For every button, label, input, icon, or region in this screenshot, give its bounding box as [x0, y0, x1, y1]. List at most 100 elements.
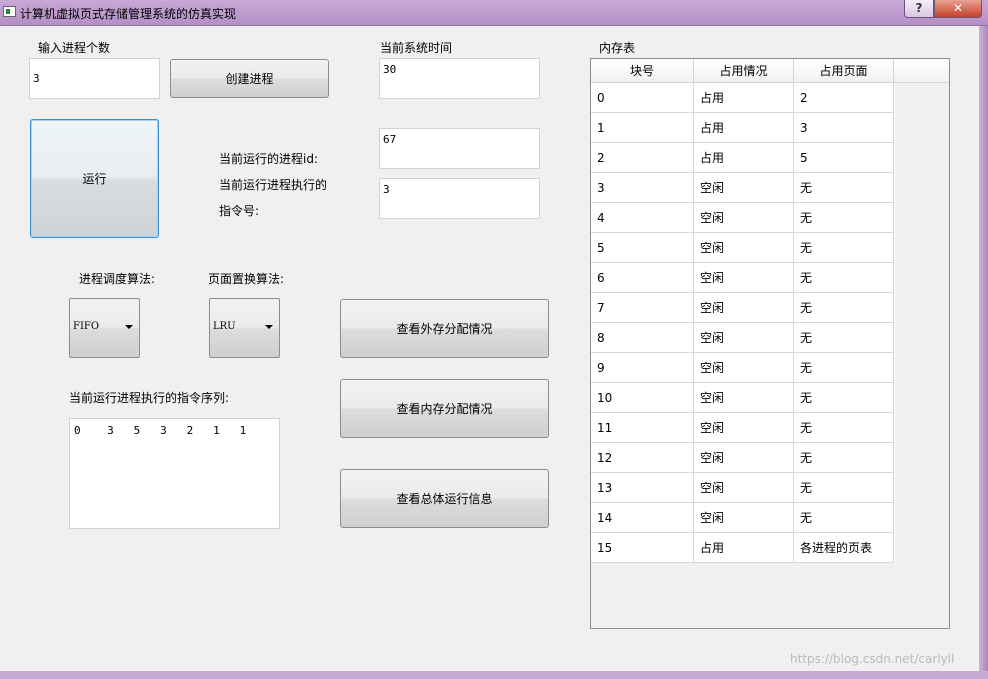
system-time-label: 当前系统时间	[380, 41, 453, 55]
cell-block-number[interactable]: 0	[591, 83, 694, 113]
table-row[interactable]: 10 空闲无	[591, 383, 895, 413]
memory-table-title: 内存表	[599, 41, 636, 55]
cell-page[interactable]: 无	[794, 353, 894, 383]
cell-page[interactable]: 无	[794, 503, 894, 533]
cell-status[interactable]: 空闲	[694, 503, 794, 533]
cell-status[interactable]: 占用	[694, 533, 794, 563]
instruction-sequence-label: 当前运行进程执行的指令序列:	[69, 391, 230, 405]
cell-block-number[interactable]: 13	[591, 473, 694, 503]
cell-status[interactable]: 空闲	[694, 473, 794, 503]
page-replacement-value: LRU	[213, 321, 236, 332]
cell-page[interactable]: 无	[794, 233, 894, 263]
cell-status[interactable]: 占用	[694, 143, 794, 173]
table-row[interactable]: 8 空闲无	[591, 323, 895, 353]
column-header-status[interactable]: 占用情况	[694, 59, 794, 83]
cell-page[interactable]: 3	[794, 113, 894, 143]
cell-page[interactable]: 5	[794, 143, 894, 173]
system-time-field[interactable]: 30	[379, 58, 540, 99]
cell-block-number[interactable]: 5	[591, 233, 694, 263]
process-count-input[interactable]: 3	[29, 58, 160, 99]
cell-page[interactable]: 2	[794, 83, 894, 113]
cell-status[interactable]: 空闲	[694, 353, 794, 383]
cell-status[interactable]: 空闲	[694, 383, 794, 413]
cell-status[interactable]: 空闲	[694, 293, 794, 323]
cell-page[interactable]: 无	[794, 203, 894, 233]
table-row[interactable]: 13 空闲无	[591, 473, 895, 503]
cell-page[interactable]: 无	[794, 263, 894, 293]
cell-status[interactable]: 占用	[694, 113, 794, 143]
chevron-down-icon	[265, 325, 273, 329]
view-overall-info-button[interactable]: 查看总体运行信息	[340, 469, 549, 528]
cell-page[interactable]: 无	[794, 413, 894, 443]
table-row[interactable]: 3 空闲无	[591, 173, 895, 203]
table-row[interactable]: 9 空闲无	[591, 353, 895, 383]
current-instruction-field[interactable]: 3	[379, 178, 540, 219]
view-external-storage-button[interactable]: 查看外存分配情况	[340, 299, 549, 358]
instruction-sequence-field[interactable]: 0 3 5 3 2 1 1	[69, 418, 280, 529]
current-instruction-label-line1: 当前运行进程执行的	[219, 178, 328, 192]
cell-block-number[interactable]: 6	[591, 263, 694, 293]
scheduling-algorithm-label: 进程调度算法:	[79, 272, 156, 286]
cell-block-number[interactable]: 10	[591, 383, 694, 413]
cell-status[interactable]: 空闲	[694, 173, 794, 203]
table-header: 块号 占用情况 占用页面	[591, 59, 949, 83]
table-row[interactable]: 0 占用 2	[591, 83, 895, 113]
table-row[interactable]: 12 空闲无	[591, 443, 895, 473]
current-process-id-label: 当前运行的进程id:	[219, 152, 318, 166]
cell-block-number[interactable]: 12	[591, 443, 694, 473]
cell-status[interactable]: 空闲	[694, 323, 794, 353]
table-row[interactable]: 11 空闲无	[591, 413, 895, 443]
process-count-label: 输入进程个数	[38, 41, 111, 55]
cell-page[interactable]: 无	[794, 443, 894, 473]
table-row[interactable]: 2 占用 5	[591, 143, 895, 173]
cell-block-number[interactable]: 2	[591, 143, 694, 173]
cell-block-number[interactable]: 4	[591, 203, 694, 233]
cell-block-number[interactable]: 9	[591, 353, 694, 383]
table-row[interactable]: 1 占用 3	[591, 113, 895, 143]
cell-block-number[interactable]: 1	[591, 113, 694, 143]
window-border-bottom	[0, 671, 988, 679]
cell-page[interactable]: 无	[794, 383, 894, 413]
cell-block-number[interactable]: 14	[591, 503, 694, 533]
current-instruction-label-line2: 指令号:	[219, 204, 260, 218]
table-row[interactable]: 14 空闲无	[591, 503, 895, 533]
title-bar: 计算机虚拟页式存储管理系统的仿真实现 ? ✕	[0, 0, 988, 26]
cell-status[interactable]: 空闲	[694, 203, 794, 233]
table-row[interactable]: 7 空闲无	[591, 293, 895, 323]
table-row[interactable]: 6 空闲无	[591, 263, 895, 293]
cell-block-number[interactable]: 8	[591, 323, 694, 353]
column-header-page[interactable]: 占用页面	[794, 59, 894, 83]
window-border	[980, 26, 988, 679]
watermark: https://blog.csdn.net/carlyll	[790, 652, 955, 666]
scheduling-algorithm-value: FIFO	[73, 321, 100, 332]
close-button[interactable]: ✕	[934, 0, 982, 18]
table-body: 0 占用 2 1 占用 3 2 占用 5 3 空闲无 4 空闲无 5 空闲无 6 空闲无 7 空闲无 8 空闲无 9 空闲无…	[591, 83, 895, 563]
run-button[interactable]: 运行	[30, 119, 159, 238]
page-replacement-label: 页面置换算法:	[208, 272, 285, 286]
cell-block-number[interactable]: 7	[591, 293, 694, 323]
cell-block-number[interactable]: 11	[591, 413, 694, 443]
page-replacement-select[interactable]: LRU	[209, 298, 280, 358]
cell-status[interactable]: 空闲	[694, 263, 794, 293]
cell-page[interactable]: 无	[794, 173, 894, 203]
cell-status[interactable]: 空闲	[694, 233, 794, 263]
create-process-button[interactable]: 创建进程	[170, 59, 329, 98]
cell-status[interactable]: 占用	[694, 83, 794, 113]
table-row[interactable]: 15 占用 各进程的页表	[591, 533, 895, 563]
cell-status[interactable]: 空闲	[694, 413, 794, 443]
memory-table[interactable]: 块号 占用情况 占用页面 0 占用 2 1 占用 3 2 占用 5 3 空闲无 4 空闲无 5 空闲无 6 空闲…	[590, 58, 950, 629]
current-process-id-field[interactable]: 67	[379, 128, 540, 169]
cell-page[interactable]: 无	[794, 473, 894, 503]
column-header-block[interactable]: 块号	[591, 59, 694, 83]
cell-page[interactable]: 无	[794, 293, 894, 323]
view-memory-allocation-button[interactable]: 查看内存分配情况	[340, 379, 549, 438]
cell-status[interactable]: 空闲	[694, 443, 794, 473]
table-row[interactable]: 5 空闲无	[591, 233, 895, 263]
cell-page[interactable]: 无	[794, 323, 894, 353]
cell-block-number[interactable]: 3	[591, 173, 694, 203]
table-row[interactable]: 4 空闲无	[591, 203, 895, 233]
help-button[interactable]: ?	[904, 0, 934, 18]
cell-block-number[interactable]: 15	[591, 533, 694, 563]
cell-page[interactable]: 各进程的页表	[794, 533, 894, 563]
scheduling-algorithm-select[interactable]: FIFO	[69, 298, 140, 358]
